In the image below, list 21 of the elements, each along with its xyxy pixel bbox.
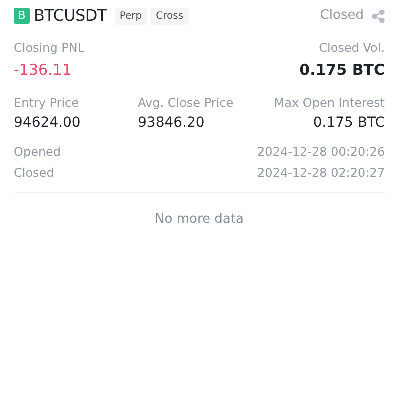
share-icon[interactable] xyxy=(372,10,385,22)
field-label: Opened xyxy=(14,144,62,160)
field-value: 0.175 BTC xyxy=(300,60,385,81)
timestamp: 2024-12-28 02:20:27 xyxy=(258,164,385,182)
field-label: Max Open Interest xyxy=(274,94,385,112)
field-label: Closing PNL xyxy=(14,40,85,57)
side-badge: B xyxy=(14,8,30,24)
field-value: -136.11 xyxy=(14,60,73,81)
field-label: Avg. Close Price xyxy=(138,94,234,112)
tag: Perp xyxy=(114,8,148,24)
field-value: 94624.00 xyxy=(14,114,82,132)
tag: Cross xyxy=(151,8,189,24)
field-value: 93846.20 xyxy=(138,114,206,132)
symbol-title: BTCUSDT xyxy=(34,5,107,27)
timestamp: 2024-12-28 00:20:26 xyxy=(258,144,385,160)
end-of-list-text: No more data xyxy=(154,210,245,228)
field-label: Entry Price xyxy=(14,94,80,112)
field-value: 0.175 BTC xyxy=(312,114,385,132)
field-label: Closed Vol. xyxy=(318,40,385,57)
status-text: Closed xyxy=(320,7,364,26)
field-label: Closed xyxy=(14,164,54,182)
